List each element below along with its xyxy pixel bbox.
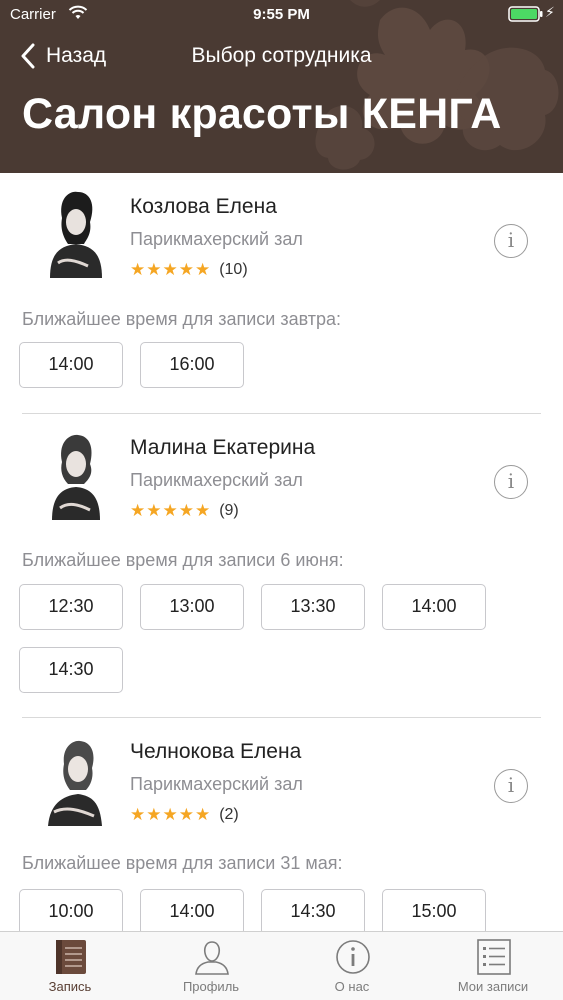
status-time: 9:55 PM <box>253 6 310 23</box>
employee-rating: ★★★★★ (9) <box>130 501 239 521</box>
time-slot-button[interactable]: 14:00 <box>19 342 123 388</box>
employee-department: Парикмахерский зал <box>130 774 303 794</box>
battery-icon <box>508 6 543 22</box>
status-bar: Carrier 9:55 PM ⚡ <box>0 0 563 30</box>
time-slot-button[interactable]: 16:00 <box>140 342 244 388</box>
tab-label: О нас <box>334 979 370 994</box>
employee-photo <box>50 191 102 278</box>
tab-label: Профиль <box>182 979 240 994</box>
employee-photo <box>48 740 102 826</box>
info-icon: i <box>507 773 515 797</box>
employee-name: Челнокова Елена <box>130 740 302 763</box>
tab-profile[interactable]: Профиль <box>141 932 281 1000</box>
employee-photo <box>52 434 100 520</box>
list-icon <box>477 939 511 975</box>
tab-bar: Запись Профиль О нас Мои записи <box>0 931 563 1000</box>
reviews-count: (10) <box>219 261 248 278</box>
employee-info-button[interactable]: i <box>494 224 528 258</box>
header: Carrier 9:55 PM ⚡ Назад Выбор сотрудника… <box>0 0 563 173</box>
employee-rating: ★★★★★ (10) <box>130 260 248 280</box>
chevron-left-icon <box>21 43 35 69</box>
back-label: Назад <box>46 44 107 67</box>
person-icon <box>195 941 229 975</box>
employee-card: Челнокова Елена Парикмахерский зал ★★★★★… <box>0 718 563 931</box>
slots-label: Ближайшее время для записи 31 мая: <box>22 853 343 873</box>
slots-label: Ближайшее время для записи завтра: <box>22 309 342 329</box>
time-slot-button[interactable]: 14:00 <box>382 584 486 630</box>
rating-stars: ★★★★★ <box>130 501 212 520</box>
employee-department: Парикмахерский зал <box>130 470 303 490</box>
back-button[interactable]: Назад <box>20 40 106 72</box>
info-icon <box>336 940 370 974</box>
employee-rating: ★★★★★ (2) <box>130 805 239 825</box>
tab-label: Мои записи <box>457 979 529 994</box>
tab-label: Запись <box>48 979 92 994</box>
employee-card: Козлова Елена Парикмахерский зал ★★★★★ (… <box>0 173 563 413</box>
employee-info-button[interactable]: i <box>494 465 528 499</box>
rating-stars: ★★★★★ <box>130 805 212 824</box>
tab-about[interactable]: О нас <box>282 932 422 1000</box>
employee-department: Парикмахерский зал <box>130 229 303 249</box>
time-slot-button[interactable]: 14:30 <box>19 647 123 693</box>
info-icon: i <box>507 469 515 493</box>
page-title: Салон красоты КЕНГА <box>22 90 502 138</box>
nav-title: Выбор сотрудника <box>191 44 372 67</box>
time-slot-button[interactable]: 13:30 <box>261 584 365 630</box>
employee-list[interactable]: Козлова Елена Парикмахерский зал ★★★★★ (… <box>0 173 563 931</box>
time-slot-button[interactable]: 14:30 <box>261 889 365 931</box>
reviews-count: (9) <box>219 502 239 519</box>
book-icon <box>56 940 86 974</box>
time-slot-button[interactable]: 12:30 <box>19 584 123 630</box>
tab-booking[interactable]: Запись <box>0 932 140 1000</box>
slots-label: Ближайшее время для записи 6 июня: <box>22 550 344 570</box>
employee-name: Козлова Елена <box>130 195 277 218</box>
time-slot-button[interactable]: 15:00 <box>382 889 486 931</box>
employee-name: Малина Екатерина <box>130 436 316 459</box>
reviews-count: (2) <box>219 806 239 823</box>
rating-stars: ★★★★★ <box>130 260 212 279</box>
tab-my-bookings[interactable]: Мои записи <box>423 932 563 1000</box>
employee-card: Малина Екатерина Парикмахерский зал ★★★★… <box>0 414 563 716</box>
time-slot-button[interactable]: 10:00 <box>19 889 123 931</box>
employee-info-button[interactable]: i <box>494 769 528 803</box>
charging-icon: ⚡ <box>545 4 555 20</box>
time-slot-button[interactable]: 13:00 <box>140 584 244 630</box>
info-icon: i <box>507 228 515 252</box>
time-slot-button[interactable]: 14:00 <box>140 889 244 931</box>
